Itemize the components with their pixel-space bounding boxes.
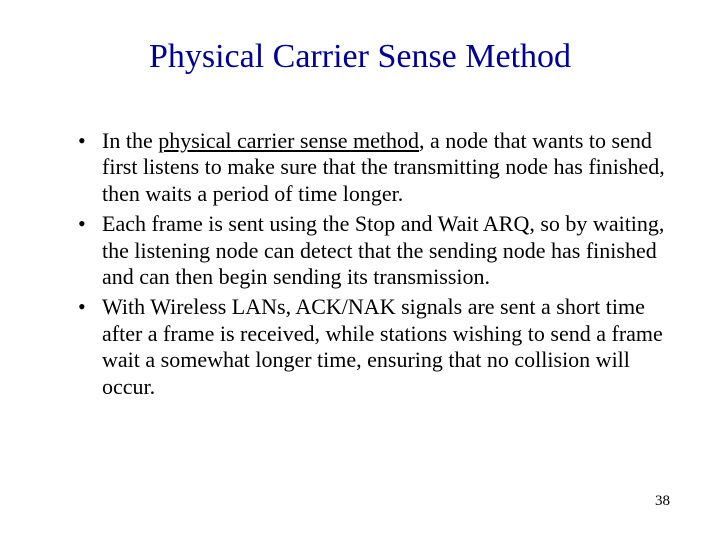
slide-title: Physical Carrier Sense Method [0, 38, 720, 76]
bullet-item-1: • In the physical carrier sense method, … [78, 128, 668, 207]
bullet-marker-icon: • [78, 128, 86, 154]
slide-body: • In the physical carrier sense method, … [78, 128, 668, 404]
page-number: 38 [655, 493, 670, 510]
bullet-3-text: With Wireless LANs, ACK/NAK signals are … [102, 294, 663, 398]
slide: Physical Carrier Sense Method • In the p… [0, 0, 720, 540]
bullet-1-underline: physical carrier sense method [158, 128, 419, 153]
bullet-marker-icon: • [78, 294, 86, 320]
bullet-1-prefix: In the [102, 128, 158, 153]
bullet-marker-icon: • [78, 211, 86, 237]
bullet-item-2: • Each frame is sent using the Stop and … [78, 211, 668, 290]
bullet-item-3: • With Wireless LANs, ACK/NAK signals ar… [78, 294, 668, 400]
bullet-2-text: Each frame is sent using the Stop and Wa… [102, 211, 664, 289]
